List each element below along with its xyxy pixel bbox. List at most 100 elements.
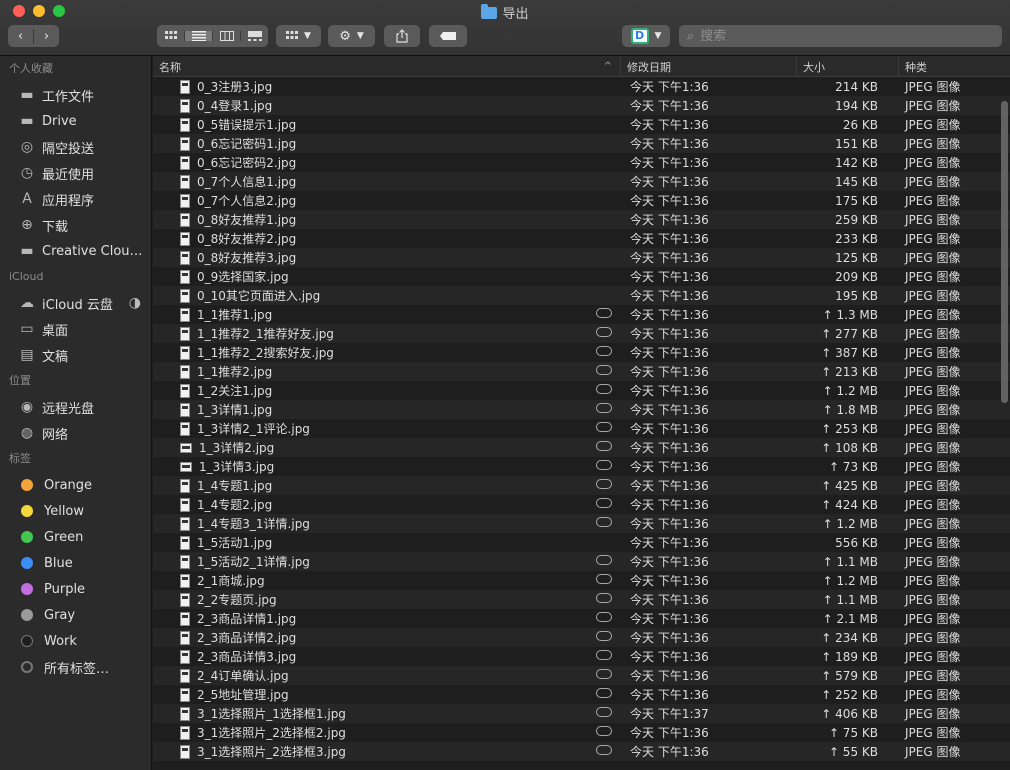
file-size-cell: ↑ 406 KB [821,706,878,721]
table-row[interactable]: 2_3商品详情1.jpg 今天 下午1:36 ↑ 2.1 MB JPEG 图像 [153,609,1010,628]
back-button[interactable]: ‹ [8,28,34,44]
table-row[interactable]: 0_4登录1.jpg 今天 下午1:36 194 KB JPEG 图像 [153,96,1010,115]
table-row[interactable]: 1_5活动1.jpg 今天 下午1:36 556 KB JPEG 图像 [153,533,1010,552]
column-header-size[interactable]: 大小 [797,56,899,77]
sidebar-item[interactable]: ▭ 桌面 [0,316,151,342]
table-row[interactable]: 2_2专题页.jpg 今天 下午1:36 ↑ 1.1 MB JPEG 图像 [153,590,1010,609]
table-row[interactable]: 2_5地址管理.jpg 今天 下午1:36 ↑ 252 KB JPEG 图像 [153,685,1010,704]
table-row[interactable]: 2_1商城.jpg 今天 下午1:36 ↑ 1.2 MB JPEG 图像 [153,571,1010,590]
sidebar-item[interactable]: Blue [0,550,151,576]
vertical-scrollbar[interactable] [1001,101,1008,403]
table-row[interactable]: 2_3商品详情2.jpg 今天 下午1:36 ↑ 234 KB JPEG 图像 [153,628,1010,647]
sidebar-item[interactable]: ◎ 隔空投送 [0,134,151,160]
sidebar-item[interactable]: Green [0,524,151,550]
file-kind-cell: JPEG 图像 [905,365,961,379]
table-row[interactable]: 1_1推荐1.jpg 今天 下午1:36 ↑ 1.3 MB JPEG 图像 [153,305,1010,324]
file-size-cell: ↑ 1.1 MB [822,554,878,569]
column-header-kind[interactable]: 种类 [899,56,1010,77]
table-row[interactable]: 0_5错误提示1.jpg 今天 下午1:36 26 KB JPEG 图像 [153,115,1010,134]
table-row[interactable]: 1_5活动2_1详情.jpg 今天 下午1:36 ↑ 1.1 MB JPEG 图像 [153,552,1010,571]
sidebar-section-header: 个人收藏 [9,62,53,75]
table-row[interactable]: 1_1推荐2_1推荐好友.jpg 今天 下午1:36 ↑ 277 KB JPEG 图像 [153,324,1010,343]
table-row[interactable]: 2_3商品详情3.jpg 今天 下午1:36 ↑ 189 KB JPEG 图像 [153,647,1010,666]
table-row[interactable]: 1_2关注1.jpg 今天 下午1:36 ↑ 1.2 MB JPEG 图像 [153,381,1010,400]
table-row[interactable]: 1_4专题3_1详情.jpg 今天 下午1:36 ↑ 1.2 MB JPEG 图像 [153,514,1010,533]
gallery-view-button[interactable] [241,31,268,41]
file-kind-cell: JPEG 图像 [905,612,961,626]
forward-button[interactable]: › [34,29,59,44]
folder-icon [481,4,498,19]
icloud-status-icon [596,441,612,451]
share-button[interactable] [384,25,420,47]
table-row[interactable]: 1_4专题2.jpg 今天 下午1:36 ↑ 424 KB JPEG 图像 [153,495,1010,514]
sidebar-item[interactable]: Gray [0,602,151,628]
group-by-button[interactable]: ▼ [276,25,321,47]
search-field[interactable]: ⌕ [679,25,1002,47]
sidebar-item[interactable]: ▬ Drive [0,108,151,134]
icloud-status-icon [596,631,612,641]
file-kind-cell: JPEG 图像 [905,213,961,227]
sidebar-item[interactable]: Purple [0,576,151,602]
sidebar-item[interactable]: 所有标签… [0,654,151,680]
network-icon: ◍ [20,425,34,441]
extension-menu-button[interactable]: D ▼ [622,25,670,47]
column-header-date[interactable]: 修改日期 [621,56,797,77]
column-view-button[interactable] [213,31,241,41]
sidebar-item[interactable]: ▤ 文稿 [0,342,151,368]
table-row[interactable]: 0_7个人信息1.jpg 今天 下午1:36 145 KB JPEG 图像 [153,172,1010,191]
table-row[interactable]: 0_6忘记密码2.jpg 今天 下午1:36 142 KB JPEG 图像 [153,153,1010,172]
table-row[interactable]: 1_1推荐2_2搜索好友.jpg 今天 下午1:36 ↑ 387 KB JPEG 图像 [153,343,1010,362]
table-row[interactable]: 0_8好友推荐1.jpg 今天 下午1:36 259 KB JPEG 图像 [153,210,1010,229]
table-row[interactable]: 0_6忘记密码1.jpg 今天 下午1:36 151 KB JPEG 图像 [153,134,1010,153]
table-row[interactable]: 1_3详情2_1评论.jpg 今天 下午1:36 ↑ 253 KB JPEG 图像 [153,419,1010,438]
sidebar-item[interactable]: ◉ 远程光盘 [0,394,151,420]
modified-date-cell: 今天 下午1:36 [630,365,709,379]
table-row[interactable]: 1_1推荐2.jpg 今天 下午1:36 ↑ 213 KB JPEG 图像 [153,362,1010,381]
search-input[interactable] [700,28,981,44]
sidebar-item[interactable]: ☁ iCloud 云盘 ◑ [0,290,151,316]
table-row[interactable]: 0_10其它页面进入.jpg 今天 下午1:36 195 KB JPEG 图像 [153,286,1010,305]
sidebar-item-label: 应用程序 [42,193,95,209]
sidebar-item[interactable]: ▬ Creative Clou… [0,238,151,264]
table-row[interactable]: 0_8好友推荐2.jpg 今天 下午1:36 233 KB JPEG 图像 [153,229,1010,248]
table-row[interactable]: 1_4专题1.jpg 今天 下午1:36 ↑ 425 KB JPEG 图像 [153,476,1010,495]
icloud-status-icon [596,403,612,413]
sidebar-item[interactable]: ⊕ 下载 [0,212,151,238]
folder-icon: ▬ [20,113,34,129]
icon-view-button[interactable] [157,31,185,41]
jpeg-file-icon [180,288,190,303]
action-menu-button[interactable]: ⚙ ▼ [328,25,375,47]
icloud-status-icon [596,669,612,679]
sidebar-item[interactable]: ▬ 工作文件 [0,82,151,108]
table-row[interactable]: 3_1选择照片_1选择框1.jpg 今天 下午1:37 ↑ 406 KB JPEG 图… [153,704,1010,723]
list-view-button[interactable] [185,31,213,41]
file-name: 1_1推荐2.jpg [197,365,273,379]
table-row[interactable]: 1_3详情2.jpg 今天 下午1:36 ↑ 108 KB JPEG 图像 [153,438,1010,457]
modified-date-cell: 今天 下午1:36 [630,403,709,417]
sidebar-item[interactable]: Orange [0,472,151,498]
sidebar-item[interactable]: Yellow [0,498,151,524]
table-row[interactable]: 3_1选择照片_2选择框2.jpg 今天 下午1:36 ↑ 75 KB JPEG 图像 [153,723,1010,742]
table-row[interactable]: 1_3详情1.jpg 今天 下午1:36 ↑ 1.8 MB JPEG 图像 [153,400,1010,419]
tags-button[interactable] [429,25,467,47]
file-name-cell: 0_6忘记密码1.jpg [153,134,621,153]
sidebar-item[interactable]: ◷ 最近使用 [0,160,151,186]
table-row[interactable]: 0_7个人信息2.jpg 今天 下午1:36 175 KB JPEG 图像 [153,191,1010,210]
jpeg-file-icon [180,442,192,453]
table-row[interactable]: 0_8好友推荐3.jpg 今天 下午1:36 125 KB JPEG 图像 [153,248,1010,267]
chevron-down-icon: ▼ [304,31,311,41]
table-row[interactable]: 1_3详情3.jpg 今天 下午1:36 ↑ 73 KB JPEG 图像 [153,457,1010,476]
table-row[interactable]: 2_4订单确认.jpg 今天 下午1:36 ↑ 579 KB JPEG 图像 [153,666,1010,685]
sidebar-item-label: Gray [44,607,76,623]
sidebar-item[interactable]: ◍ 网络 [0,420,151,446]
file-kind-cell: JPEG 图像 [905,118,961,132]
modified-date-cell: 今天 下午1:36 [630,536,709,550]
sidebar-item[interactable]: A 应用程序 [0,186,151,212]
column-header-name[interactable]: 名称 ^ [153,56,621,77]
sidebar-item[interactable]: Work [0,628,151,654]
table-row[interactable]: 0_3注册3.jpg 今天 下午1:36 214 KB JPEG 图像 [153,77,1010,96]
table-row[interactable]: 3_1选择照片_2选择框3.jpg 今天 下午1:36 ↑ 55 KB JPEG 图像 [153,742,1010,761]
table-row[interactable]: 0_9选择国家.jpg 今天 下午1:36 209 KB JPEG 图像 [153,267,1010,286]
file-name: 1_4专题3_1详情.jpg [197,517,310,531]
modified-date-cell: 今天 下午1:36 [630,593,709,607]
